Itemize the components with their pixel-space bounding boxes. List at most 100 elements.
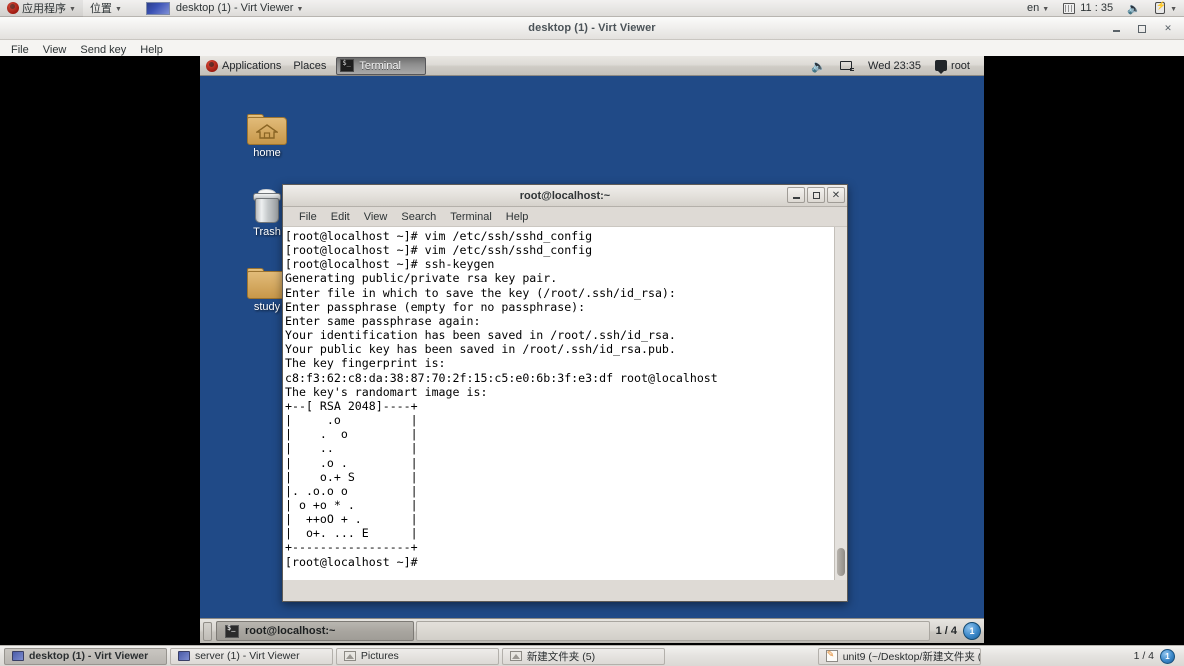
chevron-down-icon: ▼ xyxy=(114,5,122,13)
host-applications-menu[interactable]: 应用程序 ▼ xyxy=(0,0,83,17)
volume-button[interactable]: 🔈 xyxy=(1120,0,1148,17)
terminal-scrollbar[interactable] xyxy=(834,227,847,580)
gnome-network-button[interactable] xyxy=(834,56,860,76)
guest-desktop[interactable]: Applications Places Terminal 🔈 Wed 23:35 xyxy=(200,56,984,643)
gnome-user-menu[interactable]: root xyxy=(929,56,976,76)
virt-viewer-window: desktop (1) - Virt Viewer ✕ File View Se… xyxy=(0,17,1184,645)
terminal-icon xyxy=(340,59,355,72)
keyboard-icon xyxy=(1063,2,1076,14)
battery-icon xyxy=(1155,1,1166,14)
terminal-menubar: File Edit View Search Terminal Help xyxy=(283,207,847,227)
terminal-menu-search[interactable]: Search xyxy=(394,209,443,225)
battery-button[interactable]: ▼ xyxy=(1148,0,1184,17)
host-places-menu[interactable]: 位置 ▼ xyxy=(83,0,129,17)
gnome-applications-label: Applications xyxy=(222,59,282,72)
viewer-letterbox-right xyxy=(984,56,1184,643)
fedora-logo-icon xyxy=(206,59,218,72)
terminal-minimize-button[interactable] xyxy=(787,187,805,203)
taskbar-item-terminal-label: root@localhost:~ xyxy=(245,625,336,637)
terminal-title: root@localhost:~ xyxy=(519,189,611,202)
desktop-icon-home[interactable]: home xyxy=(232,114,302,159)
gnome-places-label: Places xyxy=(293,59,327,72)
taskbar-empty-area[interactable] xyxy=(416,621,930,641)
terminal-titlebar[interactable]: root@localhost:~ ✕ xyxy=(283,185,847,207)
volume-icon: 🔈 xyxy=(1127,2,1141,15)
taskbar-item-desktop-virt-viewer[interactable]: desktop (1) - Virt Viewer xyxy=(4,647,167,665)
terminal-icon xyxy=(225,624,239,638)
workspace-badge[interactable]: 1 xyxy=(963,622,981,640)
note-icon xyxy=(825,649,838,662)
user-icon xyxy=(935,60,948,74)
window-thumbnail-icon xyxy=(145,1,170,15)
terminal-close-button[interactable]: ✕ xyxy=(827,187,845,203)
screen-icon xyxy=(12,651,24,661)
host-workspace-indicator[interactable]: 1 / 4 xyxy=(1134,650,1154,662)
taskbar-item-server-virt-viewer[interactable]: server (1) - Virt Viewer xyxy=(169,647,333,665)
terminal-maximize-button[interactable] xyxy=(807,187,825,203)
terminal-menu-help[interactable]: Help xyxy=(499,209,536,225)
gnome-bottom-panel: root@localhost:~ 1 / 4 1 xyxy=(200,618,984,643)
terminal-window[interactable]: root@localhost:~ ✕ File Edit View Search… xyxy=(282,184,848,602)
maximize-button[interactable] xyxy=(1136,23,1148,35)
host-clock-label: 11 : 35 xyxy=(1080,2,1114,14)
workspace-indicator[interactable]: 1 / 4 xyxy=(936,625,957,637)
terminal-menu-view[interactable]: View xyxy=(357,209,395,225)
minimize-icon xyxy=(1112,30,1120,32)
show-desktop-button[interactable] xyxy=(203,621,212,641)
image-icon xyxy=(343,651,356,661)
virt-viewer-window-buttons: ✕ xyxy=(1110,17,1180,40)
host-applications-label: 应用程序 xyxy=(22,3,66,15)
close-button[interactable]: ✕ xyxy=(1162,23,1174,35)
minimize-icon xyxy=(792,197,800,199)
terminal-menu-file[interactable]: File xyxy=(292,209,324,225)
maximize-icon xyxy=(812,191,820,199)
gnome-volume-button[interactable]: 🔈 xyxy=(805,56,832,76)
chevron-down-icon: ▼ xyxy=(69,5,76,13)
home-glyph-icon xyxy=(256,124,278,139)
taskbar-item-pictures[interactable]: Pictures xyxy=(335,647,499,665)
host-taskbar: desktop (1) - Virt Viewer server (1) - V… xyxy=(0,645,1184,666)
chevron-down-icon: ▼ xyxy=(1042,5,1050,13)
terminal-output[interactable]: [root@localhost ~]# vim /etc/ssh/sshd_co… xyxy=(283,227,834,580)
gnome-top-panel-tray: 🔈 Wed 23:35 root xyxy=(805,56,984,76)
fedora-logo-icon xyxy=(7,2,19,14)
gnome-places-menu[interactable]: Places xyxy=(287,56,332,76)
gnome-clock-label: Wed 23:35 xyxy=(868,59,922,72)
taskbar-item-label: server (1) - Virt Viewer xyxy=(194,650,300,662)
folder-icon xyxy=(247,268,287,299)
gnome-clock[interactable]: Wed 23:35 xyxy=(862,56,927,76)
chevron-down-icon: ▼ xyxy=(1170,5,1177,13)
host-places-label: 位置 xyxy=(89,3,112,15)
chevron-down-icon: ▼ xyxy=(296,5,304,13)
taskbar-item-new-folder[interactable]: 新建文件夹 (5) xyxy=(501,647,665,665)
gnome-applications-menu[interactable]: Applications xyxy=(200,56,287,76)
gnome-user-label: root xyxy=(951,59,970,72)
folder-home-icon xyxy=(247,114,287,145)
host-clock[interactable]: 11 : 35 xyxy=(1056,0,1120,17)
network-icon xyxy=(840,60,855,72)
taskbar-item-label: 新建文件夹 (5) xyxy=(526,650,596,663)
volume-icon: 🔈 xyxy=(811,58,827,73)
terminal-menu-edit[interactable]: Edit xyxy=(324,209,357,225)
minimize-button[interactable] xyxy=(1110,23,1122,35)
close-icon: ✕ xyxy=(831,189,841,201)
virt-viewer-titlebar[interactable]: desktop (1) - Virt Viewer ✕ xyxy=(0,17,1184,40)
virt-viewer-title: desktop (1) - Virt Viewer xyxy=(528,22,656,34)
host-window-list-item[interactable]: desktop (1) - Virt Viewer ▼ xyxy=(139,0,311,17)
terminal-body[interactable]: [root@localhost ~]# vim /etc/ssh/sshd_co… xyxy=(283,227,847,580)
gnome-window-button-label: Terminal xyxy=(359,59,401,72)
desktop-icon-home-label: home xyxy=(253,147,281,159)
taskbar-item-label: unit9 (~/Desktop/新建文件夹 (5)) ... xyxy=(842,650,980,663)
host-window-list-label: desktop (1) - Virt Viewer xyxy=(175,2,294,14)
close-icon: ✕ xyxy=(1164,23,1172,33)
taskbar-item-unit9[interactable]: unit9 (~/Desktop/新建文件夹 (5)) ... xyxy=(817,647,981,665)
host-top-panel-tray: en ▼ 11 : 35 🔈 ▼ xyxy=(1020,0,1184,17)
taskbar-item-terminal[interactable]: root@localhost:~ xyxy=(216,621,414,641)
gnome-window-button-terminal[interactable]: Terminal xyxy=(336,56,427,75)
keyboard-layout-indicator[interactable]: en ▼ xyxy=(1020,0,1056,17)
host-workspace-badge[interactable]: 1 xyxy=(1160,648,1175,664)
terminal-menu-terminal[interactable]: Terminal xyxy=(443,209,499,225)
screen-icon xyxy=(177,651,190,661)
terminal-scrollbar-thumb[interactable] xyxy=(837,548,845,576)
host-taskbar-right: 1 / 4 1 xyxy=(1134,648,1180,664)
